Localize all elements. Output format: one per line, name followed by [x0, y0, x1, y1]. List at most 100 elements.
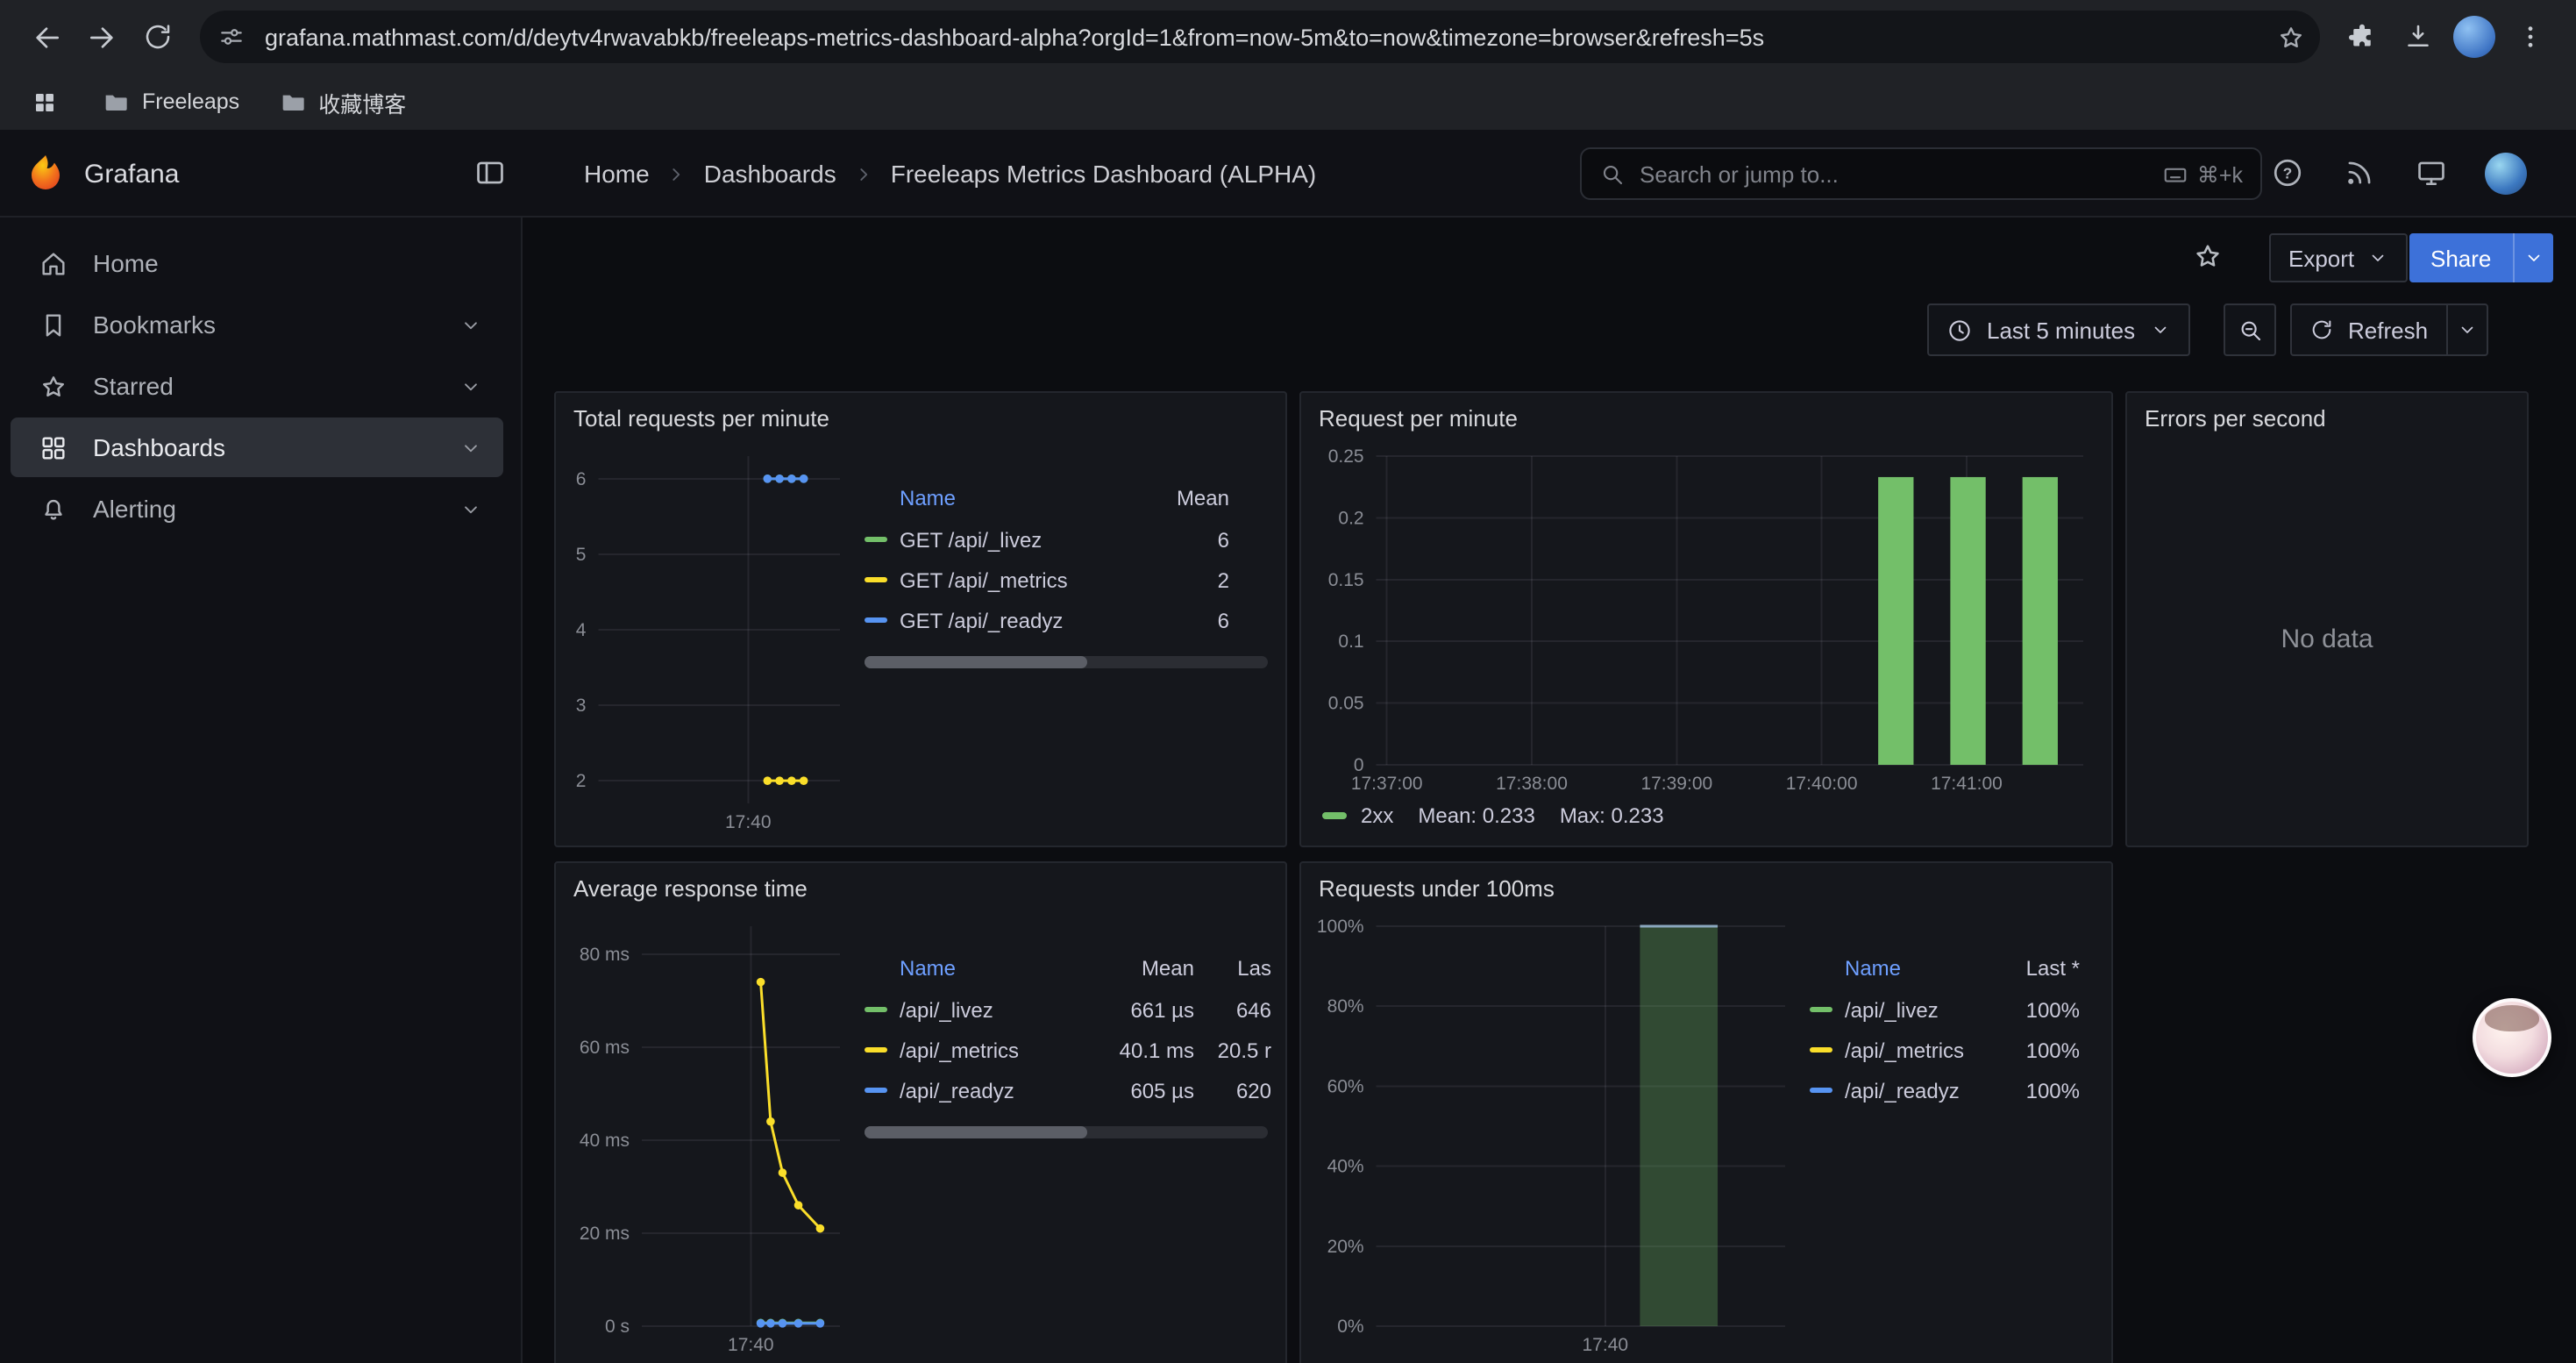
legend-header-mean[interactable]: Mean: [1092, 956, 1194, 981]
panel-title[interactable]: Requests under 100ms: [1301, 863, 2111, 912]
bookmark-item-blog[interactable]: 收藏博客: [278, 85, 406, 118]
bookmark-star-icon[interactable]: [2267, 14, 2313, 60]
grafana-logo[interactable]: [25, 153, 67, 195]
browser-profile-avatar[interactable]: [2453, 16, 2495, 58]
svg-text:80 ms: 80 ms: [580, 945, 630, 965]
svg-text:4: 4: [576, 620, 587, 640]
home-icon: [39, 248, 68, 278]
apps-grid-icon[interactable]: [25, 82, 63, 121]
sidebar-item-alerting[interactable]: Alerting: [11, 479, 503, 539]
refresh-interval-caret[interactable]: [2445, 305, 2486, 354]
panel-legend: Name Last * /api/_livez 100% /api/_metri…: [1799, 912, 2097, 1358]
series-name: /api/_livez: [900, 997, 1092, 1022]
panel-legend: Name Mean Las /api/_livez 661 µs 646 /ap…: [854, 912, 1271, 1358]
share-label[interactable]: Share: [2409, 233, 2512, 282]
chart-canvas[interactable]: 0.250.20.150.10.05017:37:0017:38:0017:39…: [1315, 442, 2097, 796]
site-info-icon[interactable]: [209, 14, 254, 60]
legend-row[interactable]: /api/_readyz 605 µs 620: [865, 1070, 1271, 1110]
legend-row[interactable]: GET /api/_metrics 2: [865, 560, 1271, 600]
series-name: /api/_readyz: [1845, 1078, 1992, 1103]
legend-row[interactable]: GET /api/_livez 6: [865, 519, 1271, 560]
scrollbar-thumb[interactable]: [865, 1126, 1086, 1138]
sidebar-toggle-icon[interactable]: [473, 156, 507, 198]
dashboards-grid-icon: [39, 432, 68, 462]
panel-title[interactable]: Total requests per minute: [556, 393, 1285, 442]
download-icon[interactable]: [2390, 9, 2446, 65]
panel-title[interactable]: Errors per second: [2127, 393, 2527, 442]
refresh-main[interactable]: Refresh: [2292, 305, 2445, 354]
browser-window: Freeleaps 收藏博客 Grafana Home Dashboards F…: [0, 0, 2576, 1363]
help-icon[interactable]: ?: [2271, 156, 2304, 198]
sidebar-item-label: Alerting: [93, 495, 435, 523]
refresh-button[interactable]: Refresh: [2290, 303, 2487, 356]
panel-title[interactable]: Average response time: [556, 863, 1285, 912]
chevron-down-icon[interactable]: [459, 375, 482, 397]
search-input[interactable]: [1640, 161, 2148, 187]
news-rss-icon[interactable]: [2343, 156, 2376, 198]
legend-header-name[interactable]: Name: [900, 486, 1128, 510]
chevron-down-icon[interactable]: [459, 313, 482, 336]
legend-header-last[interactable]: Last *: [1992, 956, 2080, 981]
url-input[interactable]: [254, 24, 2267, 50]
scrollbar-thumb[interactable]: [865, 656, 1086, 668]
legend-scrollbar[interactable]: [865, 656, 1268, 668]
sidebar-item-home[interactable]: Home: [11, 233, 503, 293]
legend-header-name[interactable]: Name: [1845, 956, 1992, 981]
extensions-icon[interactable]: [2334, 9, 2390, 65]
legend-row[interactable]: /api/_metrics 40.1 ms 20.5 r: [865, 1030, 1271, 1070]
export-label: Export: [2288, 245, 2354, 271]
browser-menu-icon[interactable]: [2502, 9, 2558, 65]
time-range-picker[interactable]: Last 5 minutes: [1927, 303, 2189, 356]
breadcrumb-home[interactable]: Home: [584, 160, 650, 188]
bookmark-label: 收藏博客: [318, 85, 406, 118]
zoom-out-button[interactable]: [2224, 303, 2276, 356]
series-color-swatch: [1810, 1047, 1832, 1053]
legend-row[interactable]: /api/_livez 661 µs 646: [865, 989, 1271, 1030]
keyboard-icon: [2162, 161, 2188, 187]
chevron-down-icon[interactable]: [459, 436, 482, 459]
bookmark-icon: [39, 310, 68, 339]
share-caret-button[interactable]: [2512, 233, 2552, 282]
sidebar-item-label: Bookmarks: [93, 310, 435, 339]
time-range-label: Last 5 minutes: [1987, 317, 2135, 343]
legend-row[interactable]: /api/_livez 100%: [1810, 989, 2097, 1030]
forward-button[interactable]: [74, 9, 130, 65]
breadcrumb: Home Dashboards Freeleaps Metrics Dashbo…: [584, 130, 1316, 218]
brand-name: Grafana: [84, 130, 179, 218]
assistant-avatar-button[interactable]: [2473, 998, 2551, 1077]
legend-header-name[interactable]: Name: [900, 956, 1092, 981]
breadcrumb-dashboards[interactable]: Dashboards: [704, 160, 836, 188]
export-button[interactable]: Export: [2269, 233, 2407, 282]
legend-header-mean[interactable]: Mean: [1128, 486, 1229, 510]
chart-canvas[interactable]: 80 ms60 ms40 ms20 ms0 s17:40: [570, 912, 854, 1358]
chart-canvas[interactable]: 6543217:40: [570, 442, 854, 835]
share-button[interactable]: Share: [2409, 233, 2552, 282]
url-bar[interactable]: [200, 11, 2320, 63]
legend-row[interactable]: /api/_readyz 100%: [1810, 1070, 2097, 1110]
series-name[interactable]: 2xx: [1361, 803, 1393, 828]
sidebar-item-starred[interactable]: Starred: [11, 356, 503, 416]
panel-title[interactable]: Request per minute: [1301, 393, 2111, 442]
search-box[interactable]: ⌘+k: [1580, 147, 2262, 200]
sidebar-item-bookmarks[interactable]: Bookmarks: [11, 295, 503, 354]
sidebar-item-dashboards[interactable]: Dashboards: [11, 417, 503, 477]
reload-button[interactable]: [130, 9, 186, 65]
bell-icon: [39, 494, 68, 524]
chart-canvas[interactable]: 100%80%60%40%20%0%17:40: [1315, 912, 1799, 1358]
back-button[interactable]: [18, 9, 74, 65]
legend-header-last[interactable]: Las: [1194, 956, 1271, 981]
series-color-swatch: [865, 1047, 887, 1053]
legend-row[interactable]: GET /api/_readyz 6: [865, 600, 1271, 640]
bookmark-item-freeleaps[interactable]: Freeleaps: [102, 88, 239, 116]
legend-scrollbar[interactable]: [865, 1126, 1268, 1138]
svg-text:17:40: 17:40: [1583, 1335, 1629, 1355]
svg-text:6: 6: [576, 469, 587, 489]
series-name: /api/_metrics: [1845, 1038, 1992, 1062]
monitor-icon[interactable]: [2415, 156, 2448, 198]
user-avatar[interactable]: [2485, 153, 2527, 195]
svg-text:0.15: 0.15: [1328, 570, 1364, 590]
legend-row[interactable]: /api/_metrics 100%: [1810, 1030, 2097, 1070]
svg-text:60%: 60%: [1327, 1076, 1364, 1096]
favorite-dashboard-star-icon[interactable]: [2192, 240, 2224, 281]
chevron-down-icon[interactable]: [459, 497, 482, 520]
